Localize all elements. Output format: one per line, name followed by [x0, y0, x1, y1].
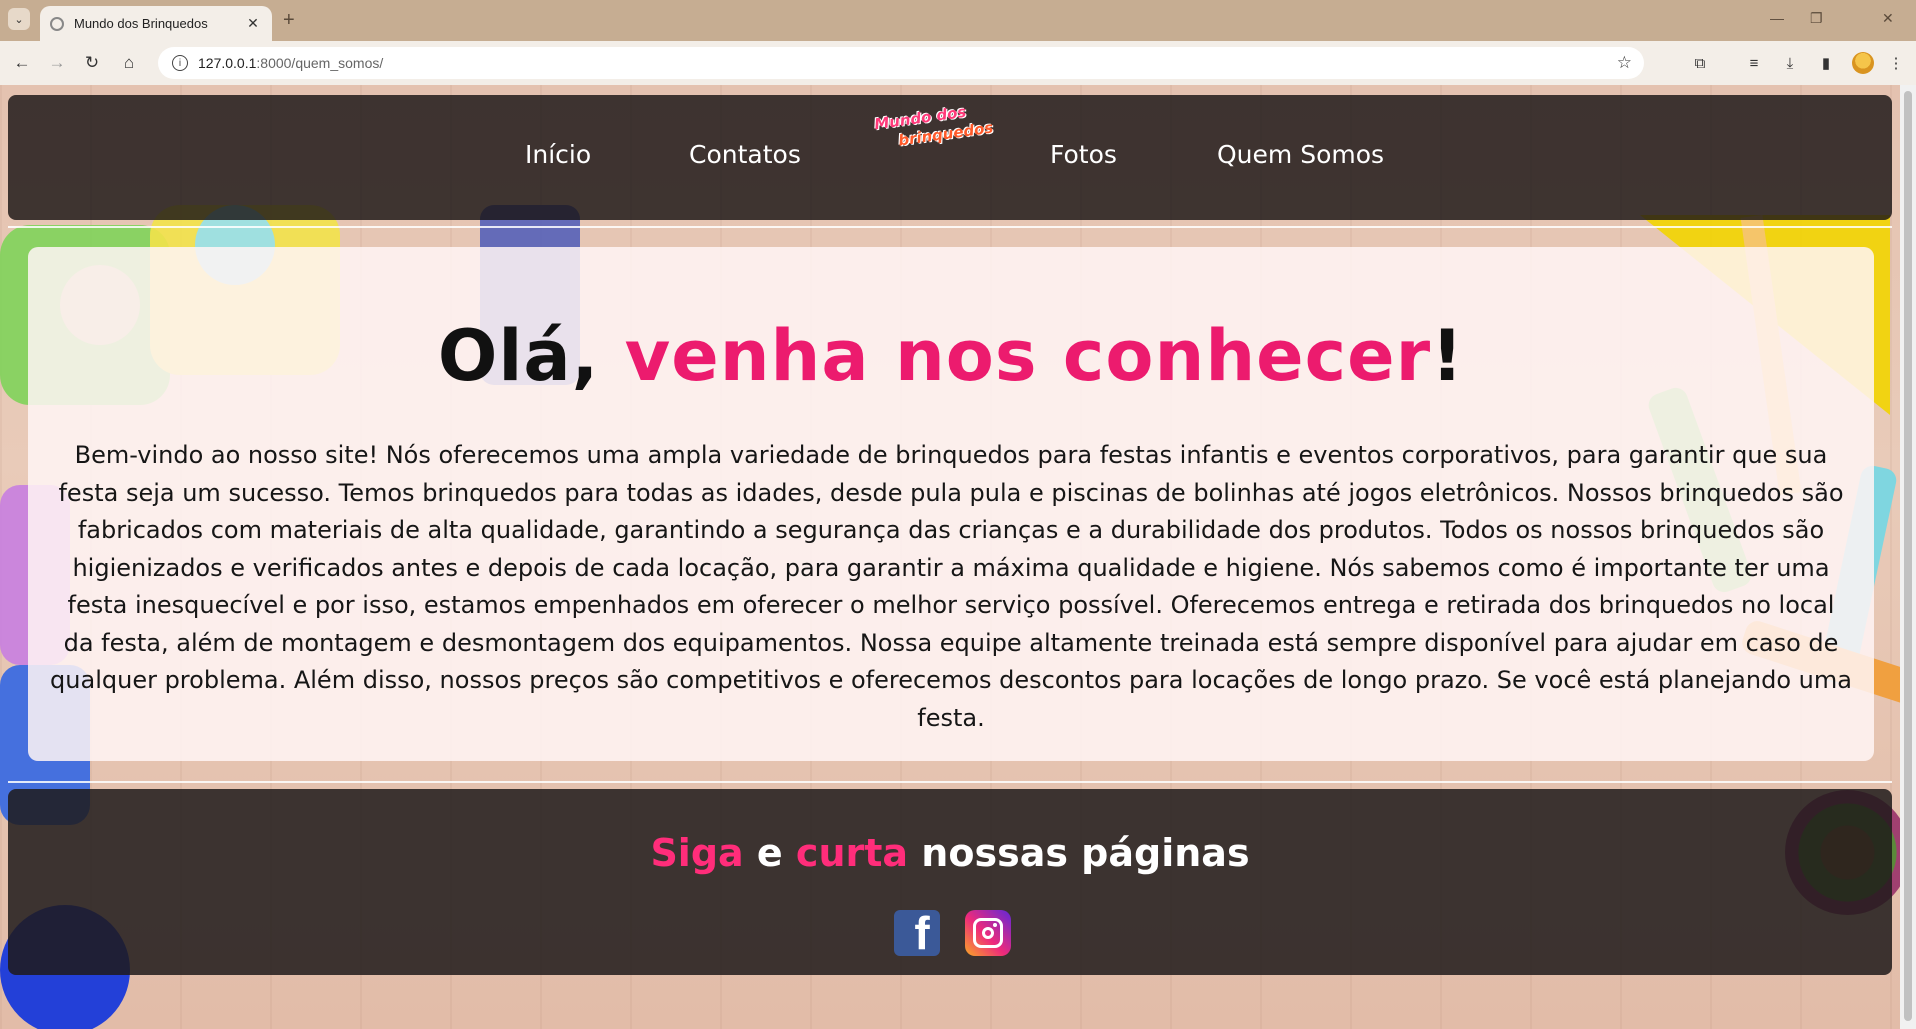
page-scrollbar[interactable]	[1900, 85, 1916, 1029]
tab-strip: ⌄ Mundo dos Brinquedos ✕ + — ❐ ✕	[0, 0, 1916, 41]
footer-bar: Siga e curta nossas páginas f	[8, 789, 1892, 975]
nav-contatos[interactable]: Contatos	[689, 140, 801, 169]
divider-top	[8, 226, 1892, 228]
title-exclaim: !	[1431, 315, 1465, 397]
about-card: Olá, venha nos conhecer! Bem-vindo ao no…	[28, 247, 1874, 761]
instagram-icon[interactable]	[965, 910, 1011, 956]
browser-toolbar: ← → ↻ ⌂ i 127.0.0.1:8000/quem_somos/ ☆ ⧉…	[0, 41, 1916, 85]
site-info-icon[interactable]: i	[172, 55, 188, 71]
bookmark-star-icon[interactable]: ☆	[1617, 53, 1632, 73]
footer-word-rest: nossas páginas	[908, 831, 1250, 875]
tab-title: Mundo dos Brinquedos	[74, 16, 208, 31]
title-plain: Olá,	[437, 315, 625, 397]
url-path: :8000/quem_somos/	[256, 55, 384, 71]
instagram-camera	[973, 918, 1003, 948]
media-icon[interactable]: ≡	[1743, 52, 1765, 74]
page-viewport: Início Contatos Mundo dos brinquedos Fot…	[0, 85, 1900, 1029]
facebook-glyph: f	[914, 910, 930, 956]
url-host: 127.0.0.1	[198, 55, 257, 71]
nav-inicio[interactable]: Início	[525, 140, 591, 169]
window-close-icon[interactable]: ✕	[1882, 10, 1894, 27]
minimize-icon[interactable]: —	[1770, 10, 1784, 26]
title-highlight: venha nos conhecer	[624, 315, 1432, 397]
page-title: Olá, venha nos conhecer!	[28, 315, 1874, 397]
footer-word-curta: curta	[795, 831, 909, 875]
forward-icon[interactable]: →	[45, 51, 69, 75]
download-icon[interactable]: ⤓	[1779, 52, 1801, 74]
url-text: 127.0.0.1:8000/quem_somos/	[198, 55, 383, 71]
back-icon[interactable]: ←	[10, 51, 34, 75]
menu-icon[interactable]: ⋮	[1885, 52, 1907, 74]
nav-fotos[interactable]: Fotos	[1050, 140, 1117, 169]
footer-title: Siga e curta nossas páginas	[8, 831, 1892, 875]
sidebar-icon[interactable]: ▮	[1815, 52, 1837, 74]
active-tab[interactable]: Mundo dos Brinquedos ✕	[40, 6, 272, 41]
site-logo[interactable]: Mundo dos brinquedos	[870, 91, 994, 171]
new-tab-icon[interactable]: +	[283, 9, 295, 32]
restore-icon[interactable]: ❐	[1810, 10, 1823, 27]
reload-icon[interactable]: ↻	[80, 51, 104, 75]
close-icon[interactable]: ✕	[244, 15, 262, 32]
footer-word-e: e	[743, 831, 796, 875]
profile-icon[interactable]	[1852, 52, 1874, 74]
home-icon[interactable]: ⌂	[117, 51, 141, 75]
favicon-icon	[50, 16, 64, 31]
tab-list-icon[interactable]: ⌄	[8, 8, 30, 30]
nav-quem-somos[interactable]: Quem Somos	[1217, 140, 1384, 169]
extensions-icon[interactable]: ⧉	[1689, 52, 1711, 74]
address-bar[interactable]: i 127.0.0.1:8000/quem_somos/ ☆	[158, 47, 1644, 79]
about-text: Bem-vindo ao nosso site! Nós oferecemos …	[50, 441, 1852, 732]
facebook-icon[interactable]: f	[894, 910, 940, 956]
footer-word-siga: Siga	[650, 831, 744, 875]
scrollbar-thumb[interactable]	[1904, 91, 1912, 1021]
divider-bottom	[8, 781, 1892, 783]
